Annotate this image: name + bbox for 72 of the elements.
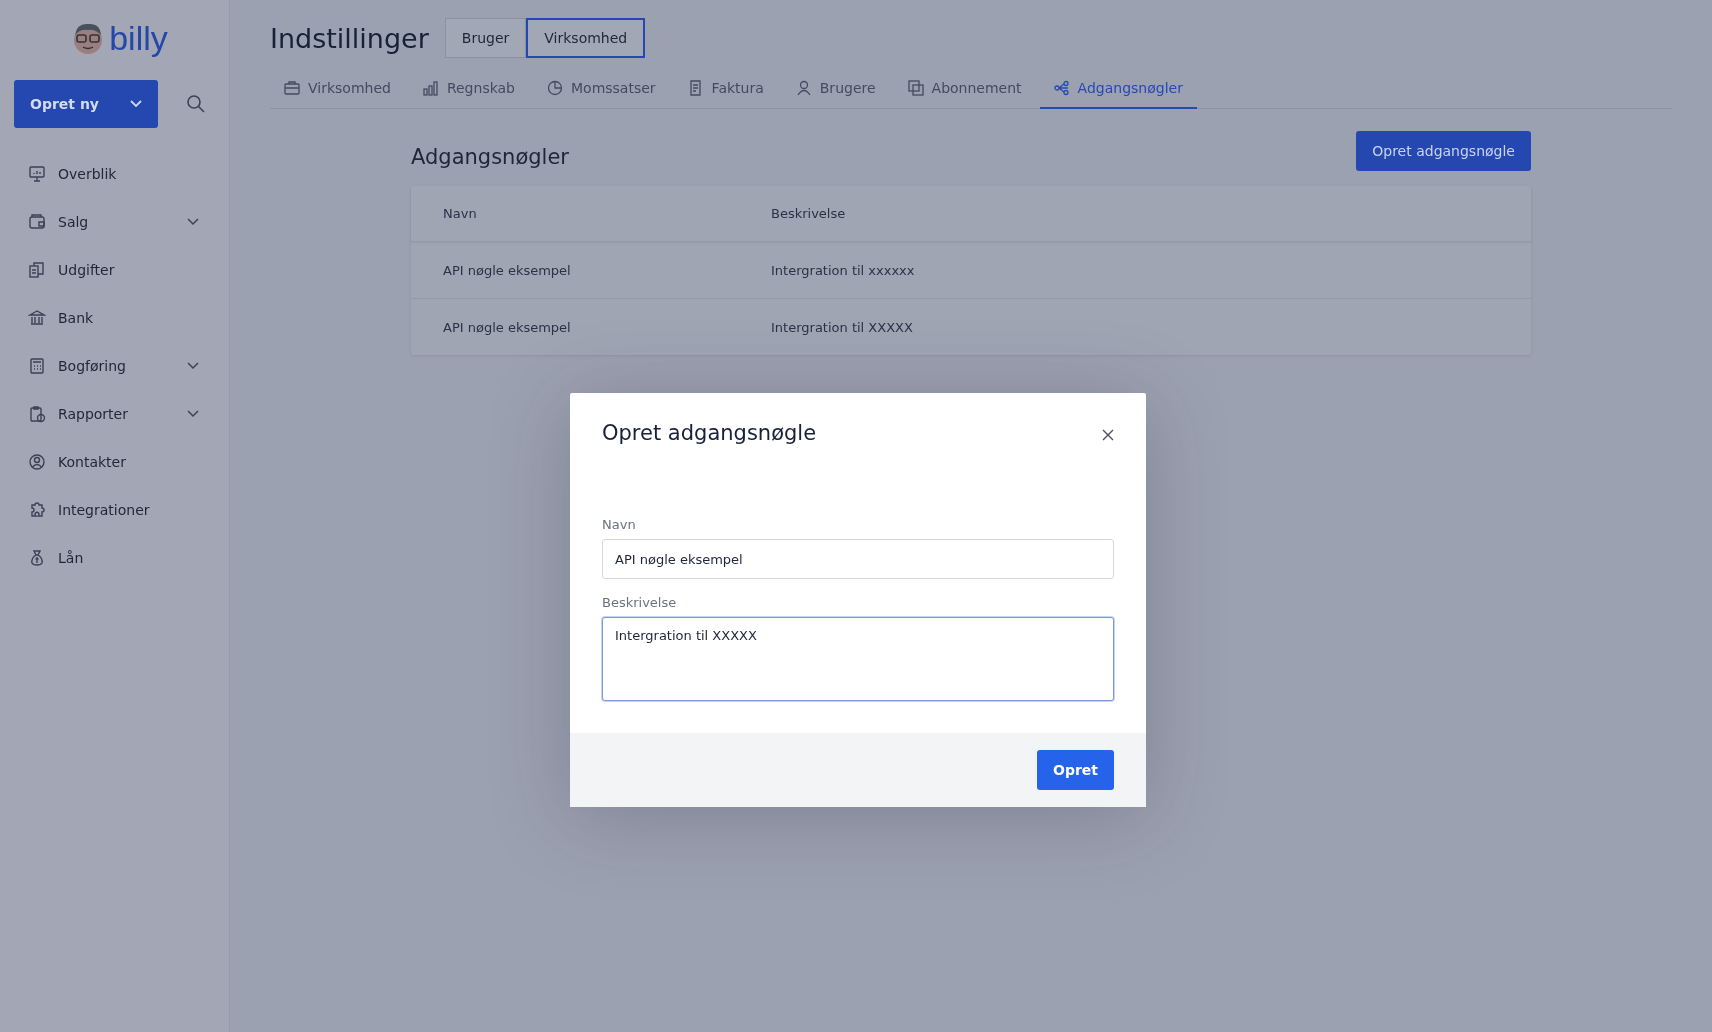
name-input[interactable]: API nøgle eksempel bbox=[602, 539, 1114, 579]
section-title: Adgangsnøgler bbox=[411, 145, 569, 169]
sidebar-item[interactable]: Bogføring bbox=[14, 342, 215, 390]
sidebar-item[interactable]: Lån bbox=[14, 534, 215, 582]
sidebar-item[interactable]: Rapporter bbox=[14, 390, 215, 438]
tab-label: Regnskab bbox=[446, 80, 515, 96]
settings-tab[interactable]: Abonnement bbox=[893, 70, 1036, 109]
column-header: Navn bbox=[443, 206, 478, 221]
docs-icon bbox=[28, 261, 46, 279]
sidebar-item-label: Udgifter bbox=[58, 262, 115, 278]
tab-label: Faktura bbox=[711, 80, 764, 96]
page-title: Indstillinger bbox=[270, 22, 429, 54]
tab-label: Adgangsnøgler bbox=[1077, 80, 1183, 96]
copy-icon bbox=[907, 80, 924, 96]
scope-tab[interactable]: Bruger bbox=[444, 18, 527, 58]
monitor-icon bbox=[28, 165, 46, 183]
table-cell-text: Intergration til xxxxxx bbox=[771, 262, 916, 278]
person-icon bbox=[28, 453, 46, 471]
description-textarea[interactable]: Intergration til XXXXX bbox=[602, 617, 1114, 701]
scope-tab[interactable]: Virksomhed bbox=[526, 18, 646, 58]
table-cell-text: API nøgle eksempel bbox=[443, 319, 572, 335]
bag-icon bbox=[28, 549, 46, 567]
sidebar-item-label: Bogføring bbox=[58, 358, 126, 374]
sidebar-item[interactable]: Bank bbox=[14, 294, 215, 342]
dialog-title: Opret adgangsnøgle bbox=[602, 421, 817, 445]
field-label: Navn bbox=[602, 517, 637, 532]
close-icon[interactable] bbox=[1102, 429, 1114, 441]
chevron-down-icon bbox=[187, 218, 199, 226]
settings-tab[interactable]: Faktura bbox=[673, 70, 778, 109]
calc-icon bbox=[28, 357, 46, 375]
report-icon bbox=[28, 405, 46, 423]
chevron-down-icon bbox=[187, 362, 199, 370]
tab-label: Virksomhed bbox=[308, 80, 391, 96]
settings-tab[interactable]: Regnskab bbox=[408, 70, 529, 109]
tab-label: Momssatser bbox=[571, 80, 656, 96]
person-icon bbox=[795, 80, 812, 96]
sidebar-item-label: Lån bbox=[58, 550, 84, 566]
settings-tab[interactable]: Virksomhed bbox=[270, 70, 405, 109]
logo-wordmark[interactable]: billy bbox=[109, 18, 168, 58]
table-cell-text: API nøgle eksempel bbox=[443, 262, 572, 278]
sidebar-item[interactable]: Integrationer bbox=[14, 486, 215, 534]
sidebar-item[interactable]: Kontakter bbox=[14, 438, 215, 486]
sidebar-item-label: Bank bbox=[58, 310, 94, 326]
sidebar-item-label: Rapporter bbox=[58, 406, 128, 422]
sidebar-item-label: Overblik bbox=[58, 166, 117, 182]
sidebar-item-label: Integrationer bbox=[58, 502, 150, 518]
case-icon bbox=[284, 80, 300, 96]
sidebar-item-label: Salg bbox=[58, 214, 89, 230]
tab-label: Brugere bbox=[819, 80, 876, 96]
tab-label: Abonnement bbox=[931, 80, 1022, 96]
sidebar-item-label: Kontakter bbox=[58, 454, 126, 470]
chevron-down-icon bbox=[187, 410, 199, 418]
column-header: Beskrivelse bbox=[771, 206, 847, 221]
puzzle-icon bbox=[28, 501, 46, 519]
settings-tab[interactable]: Momssatser bbox=[533, 70, 670, 109]
search-icon[interactable] bbox=[186, 94, 206, 114]
settings-tab[interactable]: Brugere bbox=[781, 70, 890, 109]
sidebar-item[interactable]: Salg bbox=[14, 198, 215, 246]
bars-icon bbox=[422, 80, 439, 96]
wallet-icon bbox=[28, 213, 46, 231]
doc-icon bbox=[687, 80, 704, 96]
pie-icon bbox=[547, 80, 563, 96]
submit-button[interactable]: Opret bbox=[1037, 750, 1114, 790]
share-icon bbox=[1053, 80, 1070, 96]
table-cell-text: Intergration til XXXXX bbox=[771, 319, 914, 335]
sidebar-item[interactable]: Udgifter bbox=[14, 246, 215, 294]
create-new-button[interactable]: Opret ny bbox=[14, 80, 158, 128]
chevron-down-icon bbox=[130, 100, 142, 108]
field-label: Beskrivelse bbox=[602, 595, 678, 610]
create-key-button[interactable]: Opret adgangsnøgle bbox=[1356, 131, 1531, 171]
sidebar-item[interactable]: Overblik bbox=[14, 150, 215, 198]
bank-icon bbox=[28, 309, 46, 327]
